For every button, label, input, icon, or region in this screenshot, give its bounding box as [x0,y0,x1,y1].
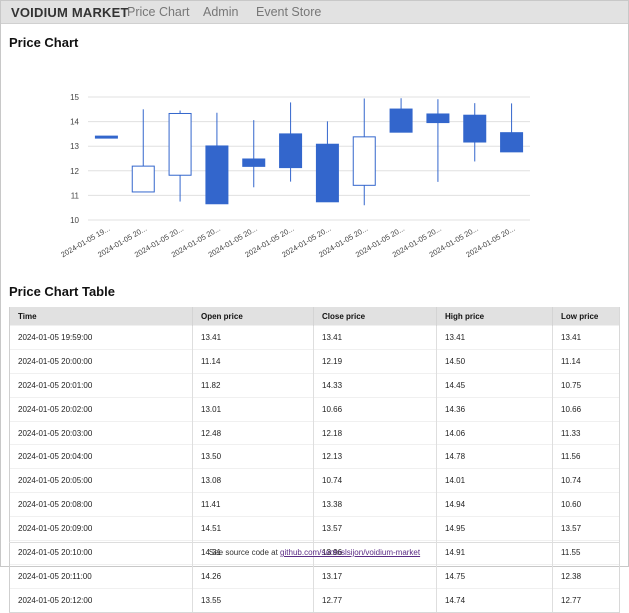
cell-close: 13.41 [313,325,437,350]
cell-time: 2024-01-05 20:08:00 [9,492,193,517]
candle-body [131,165,155,193]
table-row: 2024-01-05 20:09:00 14.51 13.57 14.95 13.57 [9,516,620,541]
cell-high: 14.78 [436,444,553,469]
candlestick-chart: 1011121314152024-01-05 19...2024-01-05 2… [59,93,530,259]
candle-body [426,113,450,124]
cell-time: 2024-01-05 20:12:00 [9,587,193,613]
header-high-price: High price [436,307,553,326]
cell-low: 11.14 [552,348,620,374]
cell-close: 12.13 [313,444,437,469]
candle-body [242,158,266,167]
cell-close: 10.66 [313,396,437,422]
cell-high: 14.01 [436,468,553,493]
footer-text: See source code at [208,548,281,557]
footer-divider [9,542,620,543]
cell-close: 12.77 [313,587,437,613]
candle-body [500,132,524,153]
cell-high: 14.36 [436,396,553,422]
header-open-price: Open price [192,307,314,326]
y-tick-label: 14 [70,118,79,127]
cell-low: 12.77 [552,587,620,613]
source-code-link[interactable]: github.com/santoslsijon/voidium-market [280,548,420,557]
candle-body [279,133,303,169]
header-close-price: Close price [313,307,437,326]
cell-low: 13.41 [552,325,620,350]
cell-low: 10.60 [552,492,620,517]
table-row: 2024-01-05 20:08:00 11.41 13.38 14.94 10.60 [9,492,620,517]
candle-body [315,143,339,203]
cell-time: 2024-01-05 20:03:00 [9,420,193,445]
y-tick-label: 12 [70,167,79,176]
cell-low: 11.56 [552,444,620,469]
candle-body [205,145,229,205]
cell-open: 11.82 [192,372,314,398]
cell-high: 14.95 [436,516,553,541]
cell-high: 14.75 [436,563,553,589]
footer: See source code at github.com/santoslsij… [0,548,629,557]
cell-open: 13.01 [192,396,314,422]
table-row: 2024-01-05 20:05:00 13.08 10.74 14.01 10.74 [9,468,620,493]
candle-body [463,114,487,143]
cell-open: 14.51 [192,516,314,541]
cell-open: 11.41 [192,492,314,517]
table-row: 2024-01-05 20:03:00 12.48 12.18 14.06 11.33 [9,420,620,445]
cell-close: 13.57 [313,516,437,541]
y-tick-label: 10 [70,216,79,225]
cell-time: 2024-01-05 20:00:00 [9,348,193,374]
candle-body [168,112,192,176]
table-row: 2024-01-05 20:04:00 13.50 12.13 14.78 11.56 [9,444,620,469]
cell-high: 14.06 [436,420,553,445]
y-tick-label: 11 [71,191,80,200]
cell-close: 10.74 [313,468,437,493]
table-row: 2024-01-05 20:11:00 14.26 13.17 14.75 12.38 [9,563,620,589]
y-tick-label: 15 [70,93,79,102]
candle-body [352,136,376,186]
cell-time: 2024-01-05 20:05:00 [9,468,193,493]
cell-close: 14.33 [313,372,437,398]
cell-high: 14.74 [436,587,553,613]
header-time: Time [9,307,193,326]
table-section-title: Price Chart Table [9,284,115,299]
cell-open: 13.41 [192,325,314,350]
table-row: 2024-01-05 20:12:00 13.55 12.77 14.74 12.77 [9,587,620,613]
cell-low: 13.57 [552,516,620,541]
table-row: 2024-01-05 19:59:00 13.41 13.41 13.41 13.41 [9,325,620,350]
cell-close: 13.17 [313,563,437,589]
cell-high: 14.45 [436,372,553,398]
candle-body [389,108,413,133]
table-row: 2024-01-05 20:01:00 11.82 14.33 14.45 10.75 [9,372,620,398]
cell-time: 2024-01-05 20:02:00 [9,396,193,422]
cell-close: 12.18 [313,420,437,445]
cell-open: 12.48 [192,420,314,445]
cell-low: 10.75 [552,372,620,398]
cell-open: 13.55 [192,587,314,613]
cell-open: 13.08 [192,468,314,493]
cell-low: 12.38 [552,563,620,589]
cell-time: 2024-01-05 20:09:00 [9,516,193,541]
cell-time: 2024-01-05 20:04:00 [9,444,193,469]
cell-low: 10.74 [552,468,620,493]
cell-time: 2024-01-05 20:01:00 [9,372,193,398]
table-header-row: Time Open price Close price High price L… [9,307,620,326]
cell-low: 11.33 [552,420,620,445]
table-row: 2024-01-05 20:00:00 11.14 12.19 14.50 11.14 [9,348,620,374]
candle-body [94,135,118,139]
cell-open: 11.14 [192,348,314,374]
cell-high: 13.41 [436,325,553,350]
header-low-price: Low price [552,307,620,326]
cell-close: 12.19 [313,348,437,374]
cell-low: 10.66 [552,396,620,422]
cell-high: 14.94 [436,492,553,517]
y-tick-label: 13 [70,142,79,151]
cell-high: 14.50 [436,348,553,374]
table-row: 2024-01-05 20:02:00 13.01 10.66 14.36 10.66 [9,396,620,422]
cell-open: 14.26 [192,563,314,589]
cell-time: 2024-01-05 19:59:00 [9,325,193,350]
cell-open: 13.50 [192,444,314,469]
cell-time: 2024-01-05 20:11:00 [9,563,193,589]
cell-close: 13.38 [313,492,437,517]
